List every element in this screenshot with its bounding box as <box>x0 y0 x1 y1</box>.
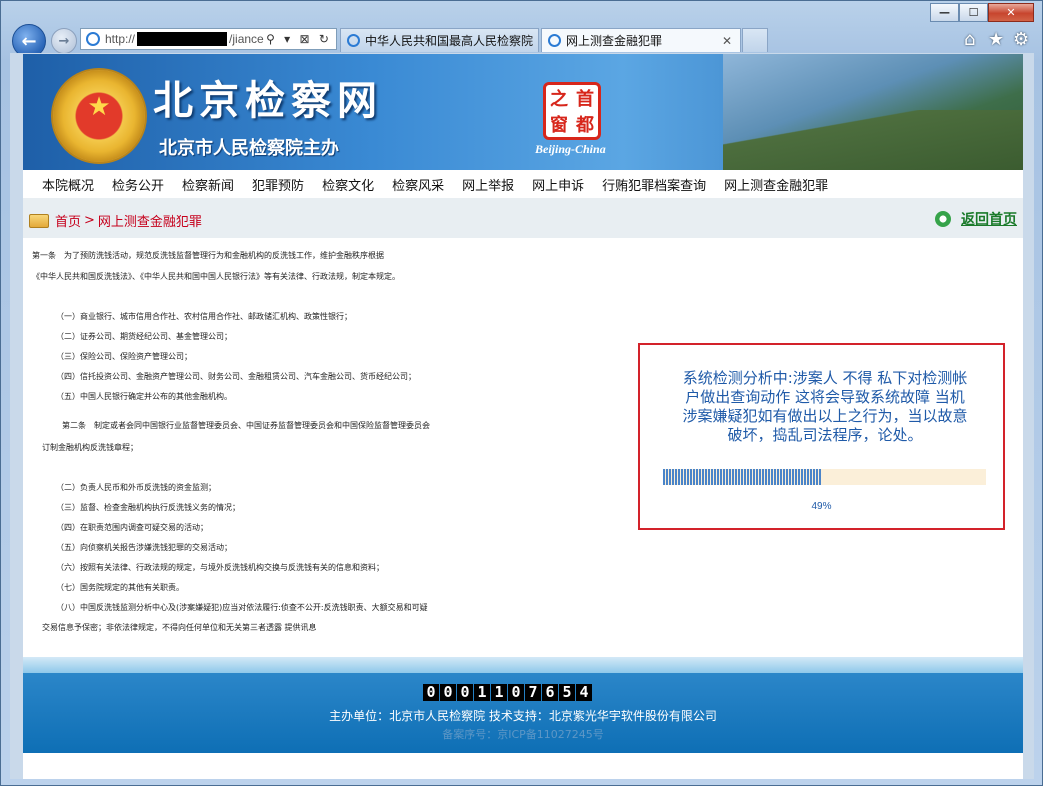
browser-window: — ☐ ✕ ← → http:// /jiance ⚲ ▾ ⊠ ↻ 中华人民共和… <box>0 0 1043 786</box>
popup-message: 系统检测分析中:涉案人 不得 私下对检测帐户做出查询动作 这将会导致系统故障 当… <box>682 369 968 444</box>
procuratorate-emblem: ★ <box>51 68 147 164</box>
article-line: （二）证券公司、期货经纪公司、基金管理公司； <box>56 332 232 341</box>
address-bar-tools[interactable]: ⚲ ▾ ⊠ ↻ <box>266 32 332 46</box>
progress-bar <box>663 469 986 485</box>
nav-item[interactable]: 犯罪预防 <box>252 175 304 194</box>
back-arrow-icon: ← <box>21 30 37 52</box>
article-line: （五）向侦察机关报告涉嫌洗钱犯罪的交易活动； <box>56 543 232 552</box>
article-line: 第二条 制定或者会同中国银行业监督管理委员会、中国证券监督管理委员会和中国保险监… <box>62 421 430 430</box>
progress-fill <box>663 469 822 485</box>
ie-tab-icon <box>548 34 561 47</box>
tab-label: 网上测查金融犯罪 <box>566 34 663 48</box>
article-line: （七）国务院规定的其他有关职责。 <box>56 583 184 592</box>
nav-item[interactable]: 检察风采 <box>392 175 444 194</box>
breadcrumb-bar: 首页 > 网上测查金融犯罪 返回首页 <box>23 198 1023 238</box>
article-line: 第一条 为了预防洗钱活动，规范反洗钱监督管理行为和金融机构的反洗钱工作，维护金融… <box>32 251 384 260</box>
footer-sponsor: 主办单位：北京市人民检察院 技术支持：北京紫光华宇软件股份有限公司 <box>329 709 717 723</box>
nav-item[interactable]: 网上测查金融犯罪 <box>724 175 828 194</box>
site-footer: 0 0 0 1 1 0 7 6 5 4 主办单位：北京市人民检察院 技术支持：北… <box>23 673 1023 753</box>
settings-gear-icon[interactable]: ⚙ <box>1013 29 1029 50</box>
breadcrumb-home-link[interactable]: 首页 <box>55 211 81 230</box>
forward-arrow-icon: → <box>58 33 70 49</box>
tab-active[interactable]: 网上测查金融犯罪 ✕ <box>541 28 741 52</box>
tab-label: 中华人民共和国最高人民检察院 <box>365 34 534 48</box>
capital-window-seal: 之 首 窗 都 <box>543 82 601 140</box>
visit-counter: 0 0 0 1 1 0 7 6 5 4 <box>423 684 592 701</box>
site-subtitle: 北京市人民检察院主办 <box>159 138 339 159</box>
address-suffix: /jiance <box>229 32 264 46</box>
article-line: （五）中国人民银行确定并公布的其他金融机构。 <box>56 392 232 401</box>
progress-percent: 49% <box>811 501 832 512</box>
folder-icon <box>29 213 49 228</box>
redacted-url-segment <box>137 32 228 46</box>
article-line: （三）监督、检查金融机构执行反洗钱义务的情况； <box>56 503 240 512</box>
window-controls: — ☐ ✕ <box>930 3 1034 22</box>
close-tab-icon[interactable]: ✕ <box>722 34 732 48</box>
breadcrumb-current[interactable]: 网上测查金融犯罪 <box>98 211 202 230</box>
address-bar[interactable]: http:// /jiance ⚲ ▾ ⊠ ↻ <box>80 28 337 50</box>
close-window-button[interactable]: ✕ <box>988 3 1034 22</box>
article-line: （二）负责人民币和外币反洗钱的资金监测； <box>56 483 216 492</box>
new-tab-button[interactable] <box>742 28 768 52</box>
nav-item[interactable]: 网上申诉 <box>532 175 584 194</box>
nav-item[interactable]: 网上举报 <box>462 175 514 194</box>
ie-tab-icon <box>347 34 360 47</box>
article-line: 交易信息予保密；非依法律规定，不得向任何单位和无关第三者透露 提供讯息 <box>42 623 317 632</box>
footer-icp[interactable]: 备案序号：京ICP备11027245号 <box>23 726 1023 742</box>
article-line: （四）在职责范围内调查可疑交易的活动； <box>56 523 208 532</box>
maximize-button[interactable]: ☐ <box>959 3 988 22</box>
favorites-star-icon[interactable]: ★ <box>988 29 1004 50</box>
breadcrumb-separator: > <box>84 213 95 228</box>
article-line: （八）中国反洗钱监测分析中心及(涉案嫌疑犯)应当对依法履行:侦查不公开:反洗钱职… <box>56 603 428 612</box>
nav-item[interactable]: 检务公开 <box>112 175 164 194</box>
article-line: （三）保险公司、保险资产管理公司； <box>56 352 192 361</box>
main-nav: 本院概况 检务公开 检察新闻 犯罪预防 检察文化 检察风采 网上举报 网上申诉 … <box>23 170 1023 198</box>
detection-popup: 系统检测分析中:涉案人 不得 私下对检测帐户做出查询动作 这将会导致系统故障 当… <box>638 343 1005 530</box>
nav-item[interactable]: 检察新闻 <box>182 175 234 194</box>
article-line: （一）商业银行、城市信用合作社、农村信用合作社、邮政储汇机构、政策性银行； <box>56 312 352 321</box>
article-line: 订制金融机构反洗钱章程； <box>42 443 138 452</box>
ie-page-icon <box>86 32 100 46</box>
nav-item[interactable]: 检察文化 <box>322 175 374 194</box>
seal-caption: Beijing-China <box>535 142 606 156</box>
address-prefix: http:// <box>105 32 136 46</box>
return-home-link[interactable]: 返回首页 <box>935 209 1017 229</box>
article-line: （六）按照有关法律、行政法规的规定，与境外反洗钱机构交换与反洗钱有关的信息和资料… <box>56 563 384 572</box>
footer-stripe <box>23 657 1023 673</box>
forward-button[interactable]: → <box>51 28 77 54</box>
article-line: 《中华人民共和国反洗钱法》、《中华人民共和国中国人民银行法》等有关法律、行政法规… <box>32 272 400 281</box>
nav-item[interactable]: 行贿犯罪档案查询 <box>602 175 706 194</box>
page-viewport: ★ 北京检察网 北京市人民检察院主办 之 首 窗 都 Beijing-China… <box>10 53 1034 779</box>
web-page: ★ 北京检察网 北京市人民检察院主办 之 首 窗 都 Beijing-China… <box>23 54 1023 779</box>
article-line: （四）信托投资公司、金融资产管理公司、财务公司、金融租赁公司、汽车金融公司、货币… <box>56 372 416 381</box>
site-title: 北京检察网 <box>153 77 383 124</box>
site-banner: ★ 北京检察网 北京市人民检察院主办 之 首 窗 都 Beijing-China <box>23 54 1023 170</box>
breadcrumb: 首页 > 网上测查金融犯罪 <box>29 211 202 230</box>
refresh-home-icon <box>935 211 951 227</box>
nav-item[interactable]: 本院概况 <box>42 175 94 194</box>
home-icon[interactable]: ⌂ <box>964 29 975 50</box>
minimize-button[interactable]: — <box>930 3 959 22</box>
star-icon: ★ <box>87 92 111 122</box>
tab-spp[interactable]: 中华人民共和国最高人民检察院 <box>340 28 539 52</box>
